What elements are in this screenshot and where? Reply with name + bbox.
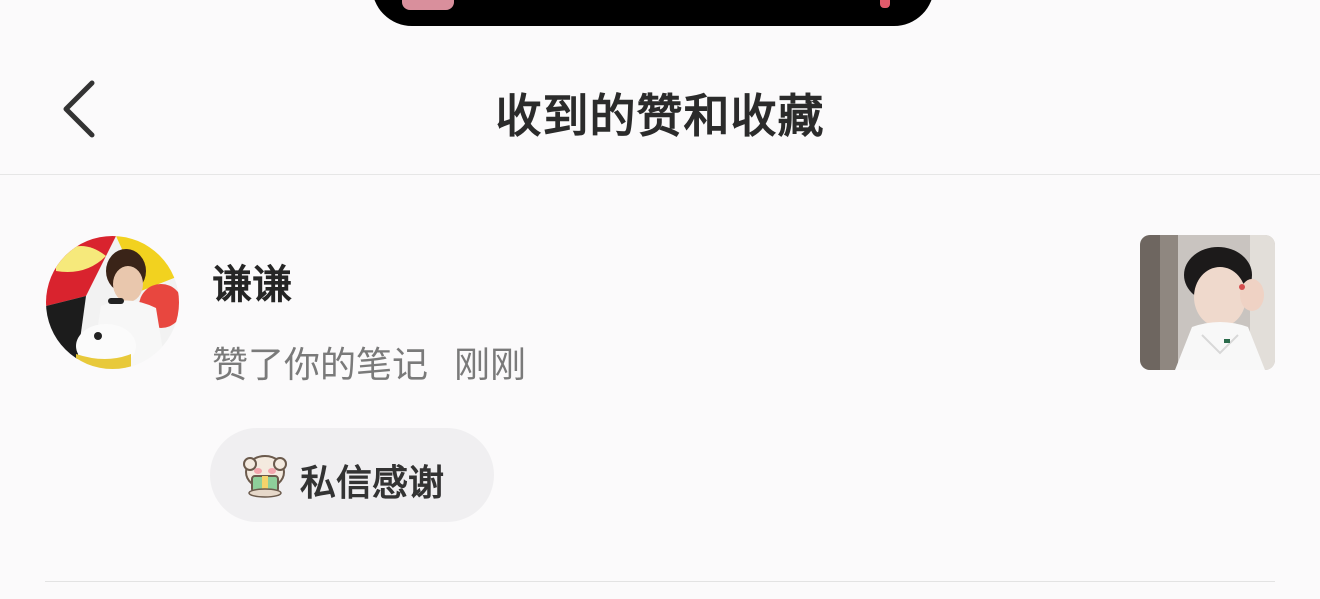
page-title: 收到的赞和收藏 [495, 89, 825, 143]
note-thumbnail[interactable] [1140, 235, 1275, 370]
avatar-image [46, 236, 179, 369]
note-thumbnail-image [1140, 235, 1275, 370]
row-divider [45, 581, 1275, 582]
dynamic-island [372, 0, 934, 26]
username[interactable]: 谦谦 [212, 252, 292, 310]
island-thumbnail [402, 0, 454, 10]
action-line: 赞了你的笔记 刚刚 [212, 336, 526, 388]
thank-button-label: 私信感谢 [300, 463, 445, 504]
thank-button[interactable]: 私信感谢 [210, 428, 494, 522]
header: 收到的赞和收藏 [0, 52, 1320, 175]
sheep-emoji-icon [243, 455, 287, 498]
action-time: 刚刚 [454, 345, 527, 386]
action-text: 赞了你的笔记 [212, 345, 429, 386]
avatar[interactable] [46, 236, 179, 369]
island-indicator [880, 0, 890, 8]
notification-row[interactable]: 谦谦 赞了你的笔记 刚刚 私信感谢 [0, 176, 1320, 582]
screen: 收到的赞和收藏 谦谦 赞了你的笔记 刚刚 私信感谢 [0, 0, 1320, 599]
